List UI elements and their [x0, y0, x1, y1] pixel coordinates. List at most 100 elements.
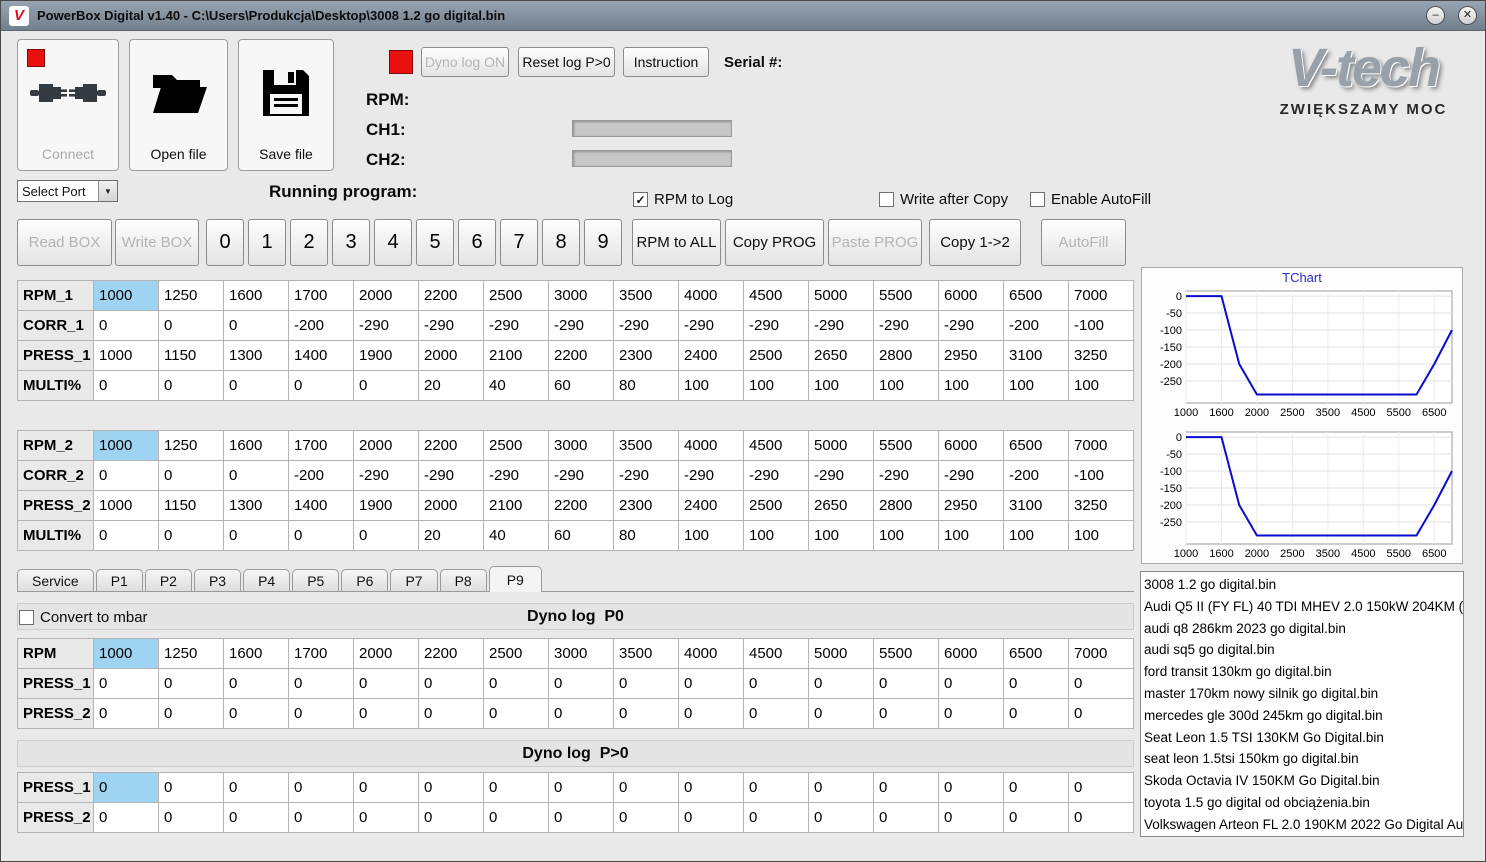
cell-rpm_1-14[interactable]: 6500: [1003, 280, 1069, 311]
cell-corr_1-2[interactable]: 0: [223, 310, 289, 341]
cell-press_1-12[interactable]: 2800: [873, 340, 939, 371]
cell-press_2-4[interactable]: 0: [353, 802, 419, 833]
cell-rpm-15[interactable]: 7000: [1068, 638, 1134, 669]
cell-press_1-11[interactable]: 0: [808, 668, 874, 699]
cell-press_1-9[interactable]: 0: [678, 772, 744, 803]
cell-press_2-5[interactable]: 0: [418, 698, 484, 729]
cell-corr_2-8[interactable]: -290: [613, 460, 679, 491]
cell-press_2-4[interactable]: 1900: [353, 490, 419, 521]
list-item[interactable]: audi sq5 go digital.bin: [1144, 639, 1460, 661]
cell-multi-0[interactable]: 0: [93, 370, 159, 401]
cell-multi-8[interactable]: 80: [613, 370, 679, 401]
cell-press_1-5[interactable]: 0: [418, 772, 484, 803]
cell-press_2-11[interactable]: 0: [808, 698, 874, 729]
cell-rpm_2-5[interactable]: 2200: [418, 430, 484, 461]
cell-press_1-0[interactable]: 1000: [93, 340, 159, 371]
cell-rpm-8[interactable]: 3500: [613, 638, 679, 669]
cell-press_2-11[interactable]: 2650: [808, 490, 874, 521]
cell-rpm_1-7[interactable]: 3000: [548, 280, 614, 311]
cell-rpm-4[interactable]: 2000: [353, 638, 419, 669]
cell-press_1-9[interactable]: 0: [678, 668, 744, 699]
cell-press_2-0[interactable]: 0: [93, 802, 159, 833]
cell-corr_1-1[interactable]: 0: [158, 310, 224, 341]
cell-corr_2-9[interactable]: -290: [678, 460, 744, 491]
cell-press_1-3[interactable]: 0: [288, 668, 354, 699]
cell-multi-14[interactable]: 100: [1003, 370, 1069, 401]
cell-rpm_2-12[interactable]: 5500: [873, 430, 939, 461]
autofill-button[interactable]: AutoFill: [1041, 219, 1126, 266]
cell-corr_1-12[interactable]: -290: [873, 310, 939, 341]
cell-multi-12[interactable]: 100: [873, 520, 939, 551]
cell-corr_2-13[interactable]: -290: [938, 460, 1004, 491]
cell-press_1-11[interactable]: 2650: [808, 340, 874, 371]
cell-rpm-7[interactable]: 3000: [548, 638, 614, 669]
cell-multi-13[interactable]: 100: [938, 520, 1004, 551]
tab-p9[interactable]: P9: [488, 566, 542, 592]
cell-press_2-1[interactable]: 1150: [158, 490, 224, 521]
cell-rpm_2-6[interactable]: 2500: [483, 430, 549, 461]
cell-press_2-10[interactable]: 0: [743, 802, 809, 833]
cell-press_2-12[interactable]: 0: [873, 698, 939, 729]
read-box-button[interactable]: Read BOX: [17, 219, 112, 266]
program-button-3[interactable]: 3: [332, 219, 370, 266]
cell-press_1-13[interactable]: 2950: [938, 340, 1004, 371]
cell-press_2-9[interactable]: 0: [678, 698, 744, 729]
cell-rpm_1-11[interactable]: 5000: [808, 280, 874, 311]
cell-press_2-3[interactable]: 1400: [288, 490, 354, 521]
cell-press_1-5[interactable]: 0: [418, 668, 484, 699]
cell-press_2-6[interactable]: 2100: [483, 490, 549, 521]
cell-corr_1-10[interactable]: -290: [743, 310, 809, 341]
cell-press_1-3[interactable]: 0: [288, 772, 354, 803]
cell-press_1-0[interactable]: 0: [93, 772, 159, 803]
convert-to-mbar-checkbox[interactable]: Convert to mbar: [19, 609, 148, 626]
list-item[interactable]: audi q8 286km 2023 go digital.bin: [1144, 618, 1460, 640]
program-button-9[interactable]: 9: [584, 219, 622, 266]
program-button-7[interactable]: 7: [500, 219, 538, 266]
cell-corr_2-10[interactable]: -290: [743, 460, 809, 491]
dyno-log-button[interactable]: Dyno log ON: [421, 47, 509, 77]
cell-corr_2-3[interactable]: -200: [288, 460, 354, 491]
cell-press_2-15[interactable]: 0: [1068, 802, 1134, 833]
cell-rpm-9[interactable]: 4000: [678, 638, 744, 669]
cell-corr_2-12[interactable]: -290: [873, 460, 939, 491]
cell-press_1-8[interactable]: 2300: [613, 340, 679, 371]
cell-press_1-6[interactable]: 0: [483, 668, 549, 699]
enable-autofill-checkbox[interactable]: Enable AutoFill: [1030, 191, 1151, 208]
cell-press_1-15[interactable]: 0: [1068, 772, 1134, 803]
cell-rpm-11[interactable]: 5000: [808, 638, 874, 669]
cell-press_2-12[interactable]: 0: [873, 802, 939, 833]
cell-press_1-4[interactable]: 0: [353, 772, 419, 803]
cell-multi-5[interactable]: 20: [418, 520, 484, 551]
write-box-button[interactable]: Write BOX: [115, 219, 199, 266]
cell-corr_2-1[interactable]: 0: [158, 460, 224, 491]
tab-p2[interactable]: P2: [144, 569, 192, 592]
program-button-8[interactable]: 8: [542, 219, 580, 266]
instruction-button[interactable]: Instruction: [623, 47, 709, 77]
cell-rpm-10[interactable]: 4500: [743, 638, 809, 669]
cell-multi-9[interactable]: 100: [678, 370, 744, 401]
cell-press_1-15[interactable]: 3250: [1068, 340, 1134, 371]
cell-multi-3[interactable]: 0: [288, 520, 354, 551]
cell-press_2-12[interactable]: 2800: [873, 490, 939, 521]
cell-multi-10[interactable]: 100: [743, 370, 809, 401]
cell-press_1-14[interactable]: 0: [1003, 668, 1069, 699]
cell-press_2-6[interactable]: 0: [483, 698, 549, 729]
cell-rpm_2-8[interactable]: 3500: [613, 430, 679, 461]
cell-rpm-2[interactable]: 1600: [223, 638, 289, 669]
cell-corr_1-13[interactable]: -290: [938, 310, 1004, 341]
cell-press_2-10[interactable]: 0: [743, 698, 809, 729]
tab-p3[interactable]: P3: [193, 569, 242, 592]
tab-p7[interactable]: P7: [390, 569, 438, 592]
save-file-button[interactable]: Save file: [238, 39, 334, 171]
cell-press_2-5[interactable]: 0: [418, 802, 484, 833]
cell-rpm_2-2[interactable]: 1600: [223, 430, 289, 461]
cell-press_2-15[interactable]: 3250: [1068, 490, 1134, 521]
cell-press_1-14[interactable]: 3100: [1003, 340, 1069, 371]
cell-rpm_2-0[interactable]: 1000: [93, 430, 159, 461]
cell-press_2-14[interactable]: 3100: [1003, 490, 1069, 521]
cell-press_1-10[interactable]: 0: [743, 668, 809, 699]
cell-multi-8[interactable]: 80: [613, 520, 679, 551]
cell-press_2-1[interactable]: 0: [158, 698, 224, 729]
tab-p5[interactable]: P5: [292, 569, 340, 592]
cell-multi-14[interactable]: 100: [1003, 520, 1069, 551]
